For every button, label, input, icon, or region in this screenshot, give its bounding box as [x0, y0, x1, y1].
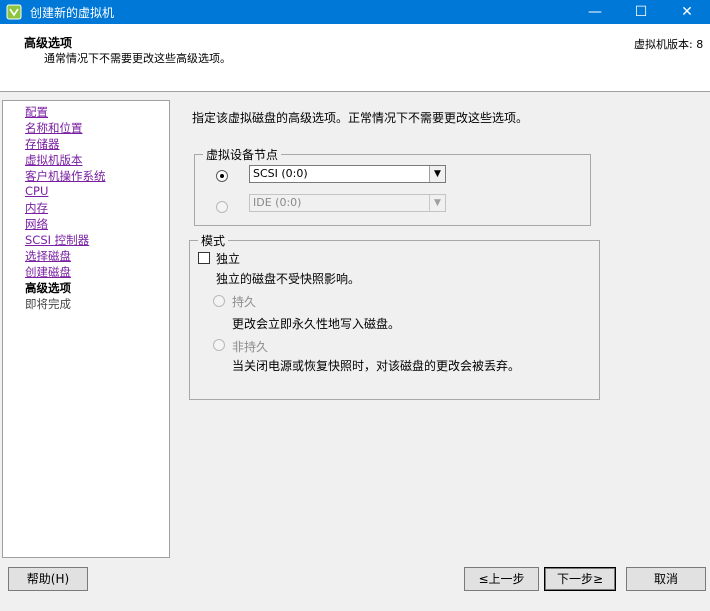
mode-group: 模式 独立 独立的磁盘不受快照影响。 持久 更改会立即永久性地写入磁盘。 非持久… — [189, 232, 600, 400]
ide-node-select[interactable]: IDE (0:0) ▼ — [249, 194, 446, 212]
persistent-label[interactable]: 持久 — [232, 293, 256, 310]
nonpersistent-label[interactable]: 非持久 — [232, 338, 268, 355]
next-button[interactable]: 下一步≥ — [544, 567, 616, 591]
nav-step-advanced-options: 高级选项 — [25, 281, 71, 295]
nav-step-storage[interactable]: 存储器 — [25, 136, 60, 152]
nonpersistent-description: 当关闭电源或恢复快照时，对该磁盘的更改会被丢弃。 — [232, 359, 521, 373]
page-subtitle: 通常情况下不需要更改这些高级选项。 — [44, 52, 231, 65]
nonpersistent-radio[interactable] — [213, 339, 225, 351]
dropdown-arrow-icon: ▼ — [429, 166, 445, 182]
wizard-steps-panel: 配置 名称和位置 存储器 虚拟机版本 客户机操作系统 CPU 内存 网络 SCS… — [2, 100, 170, 558]
scsi-node-value: SCSI (0:0) — [253, 167, 308, 180]
nav-step-cpu[interactable]: CPU — [25, 184, 48, 198]
independent-description: 独立的磁盘不受快照影响。 — [216, 272, 361, 286]
nav-step-guest-os[interactable]: 客户机操作系统 — [25, 168, 106, 184]
dropdown-arrow-icon: ▼ — [429, 195, 445, 211]
ide-node-value: IDE (0:0) — [253, 196, 302, 209]
nav-step-network[interactable]: 网络 — [25, 216, 48, 232]
mode-legend: 模式 — [198, 232, 229, 249]
window-title: 创建新的虚拟机 — [30, 6, 115, 20]
nav-step-name-location[interactable]: 名称和位置 — [25, 120, 83, 136]
minimize-button[interactable]: — — [572, 0, 618, 24]
nav-step-config[interactable]: 配置 — [25, 104, 48, 120]
title-bar: 创建新的虚拟机 — ☐ ✕ — [0, 0, 710, 24]
nav-step-scsi-controller[interactable]: SCSI 控制器 — [25, 232, 89, 248]
back-button[interactable]: ≤上一步 — [464, 567, 539, 591]
vm-version-label: 虚拟机版本: 8 — [634, 38, 704, 51]
scsi-radio[interactable] — [216, 170, 228, 182]
vsphere-app-icon — [6, 4, 22, 20]
ide-radio[interactable] — [216, 201, 228, 213]
virtual-device-node-group: 虚拟设备节点 SCSI (0:0) ▼ IDE (0:0) ▼ — [194, 146, 591, 226]
nav-step-ready-to-complete: 即将完成 — [25, 297, 71, 311]
maximize-button[interactable]: ☐ — [618, 0, 664, 24]
nav-step-vm-version[interactable]: 虚拟机版本 — [25, 152, 83, 168]
scsi-node-select[interactable]: SCSI (0:0) ▼ — [249, 165, 446, 183]
help-button[interactable]: 帮助(H) — [8, 567, 88, 591]
independent-label[interactable]: 独立 — [216, 250, 240, 267]
nav-step-create-disk[interactable]: 创建磁盘 — [25, 264, 71, 280]
nav-step-memory[interactable]: 内存 — [25, 200, 48, 216]
page-title: 高级选项 — [24, 36, 73, 50]
persistent-description: 更改会立即永久性地写入磁盘。 — [232, 317, 401, 331]
nav-step-select-disk[interactable]: 选择磁盘 — [25, 248, 71, 264]
intro-text: 指定该虚拟磁盘的高级选项。正常情况下不需要更改这些选项。 — [192, 111, 529, 125]
independent-checkbox[interactable] — [198, 252, 210, 264]
virtual-device-node-legend: 虚拟设备节点 — [203, 146, 282, 163]
wizard-header: 高级选项 通常情况下不需要更改这些高级选项。 虚拟机版本: 8 — [0, 24, 710, 92]
cancel-button[interactable]: 取消 — [626, 567, 706, 591]
close-button[interactable]: ✕ — [664, 0, 710, 24]
persistent-radio[interactable] — [213, 295, 225, 307]
